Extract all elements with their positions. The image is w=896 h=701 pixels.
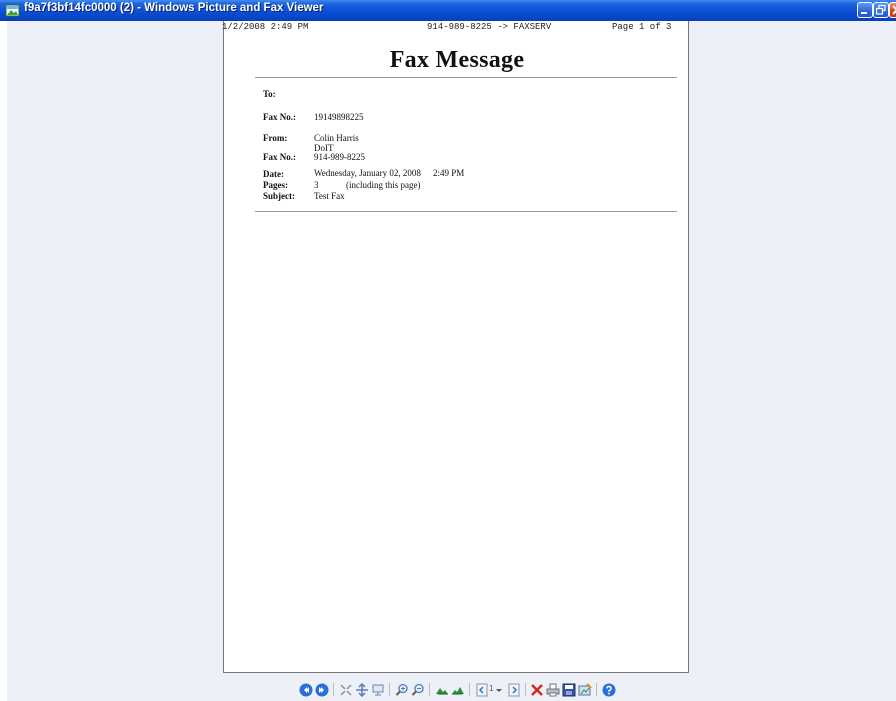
- best-fit-icon[interactable]: [339, 683, 353, 697]
- close-button[interactable]: [889, 2, 896, 18]
- fax-header-route: 914-989-8225 -> FAXSERV: [427, 22, 552, 32]
- fax-header-page: Page 1 of 3: [612, 22, 672, 32]
- save-icon[interactable]: [562, 683, 576, 697]
- toolbar-separator: [469, 683, 470, 696]
- previous-page-icon[interactable]: [475, 683, 489, 697]
- restore-button[interactable]: [873, 2, 889, 18]
- toolbar-separator: [389, 683, 390, 696]
- date-label: Date:: [263, 169, 284, 179]
- sender-fax-label: Fax No.:: [263, 152, 296, 162]
- minimize-icon: [861, 12, 867, 14]
- edit-icon[interactable]: [578, 683, 592, 697]
- zoom-in-icon[interactable]: [395, 683, 409, 697]
- subject-value: Test Fax: [314, 191, 345, 201]
- fax-heading: Fax Message: [389, 47, 525, 73]
- actual-size-icon[interactable]: [355, 683, 369, 697]
- slideshow-icon[interactable]: [371, 683, 385, 697]
- restore-icon: [875, 4, 886, 15]
- time-value: 2:49 PM: [433, 168, 465, 178]
- fax-number-label: Fax No.:: [263, 112, 296, 122]
- viewer-toolbar: 1: [0, 677, 896, 701]
- pages-label: Pages:: [263, 180, 288, 190]
- subject-label: Subject:: [263, 191, 295, 201]
- bottom-divider: [255, 211, 677, 212]
- pages-value: 3: [314, 180, 319, 190]
- toolbar-separator: [333, 683, 334, 696]
- pages-note: (including this page): [346, 180, 421, 190]
- fax-transmission-header: 1/2/2008 2:49 PM 914-989-8225 -> FAXSERV…: [222, 21, 688, 32]
- sender-fax-value: 914-989-8225: [314, 152, 365, 162]
- page-dropdown-icon[interactable]: [495, 683, 503, 697]
- toolbar-separator: [429, 683, 430, 696]
- date-value: Wednesday, January 02, 2008: [314, 168, 421, 178]
- from-label: From:: [263, 133, 288, 143]
- toolbar-separator: [525, 683, 526, 696]
- next-image-icon[interactable]: [315, 683, 329, 697]
- close-icon: [892, 5, 896, 15]
- next-page-icon[interactable]: [507, 683, 521, 697]
- minimize-button[interactable]: [857, 2, 873, 18]
- fax-number-value: 19149898225: [314, 112, 364, 122]
- rotate-clockwise-icon[interactable]: [435, 683, 449, 697]
- window-title: f9a7f3bf14fc0000 (2) - Windows Picture a…: [24, 2, 324, 14]
- print-icon[interactable]: [546, 683, 560, 697]
- viewer-left-edge: [0, 21, 7, 701]
- delete-icon[interactable]: [530, 683, 544, 697]
- help-icon[interactable]: [602, 683, 616, 697]
- rotate-counterclockwise-icon[interactable]: [451, 683, 465, 697]
- title-bar[interactable]: f9a7f3bf14fc0000 (2) - Windows Picture a…: [0, 0, 896, 21]
- zoom-out-icon[interactable]: [411, 683, 425, 697]
- to-label: To:: [263, 89, 276, 99]
- fax-header-datetime: 1/2/2008 2:49 PM: [222, 22, 309, 32]
- page-selector[interactable]: 1: [489, 684, 493, 693]
- from-name: Colin Harris: [314, 133, 359, 143]
- fax-page: 1/2/2008 2:49 PM 914-989-8225 -> FAXSERV…: [222, 21, 689, 673]
- previous-image-icon[interactable]: [299, 683, 313, 697]
- top-divider: [255, 77, 677, 78]
- picture-viewer-app-icon: [5, 4, 20, 17]
- toolbar-separator: [596, 683, 597, 696]
